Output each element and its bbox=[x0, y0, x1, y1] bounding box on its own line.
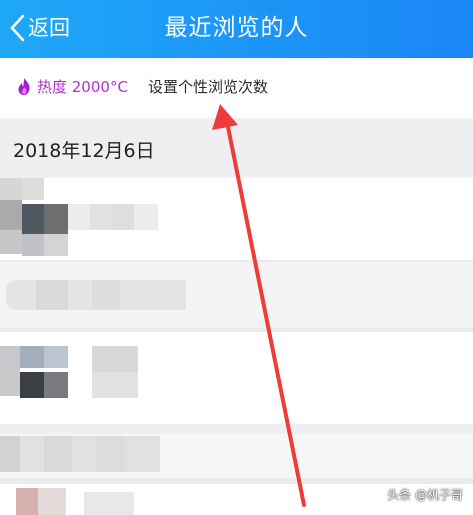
top-nav-bar: 返回 最近浏览的人 bbox=[0, 0, 473, 58]
visitor-toolbar: 热度 2000°C 设置个性浏览次数 bbox=[0, 58, 473, 118]
watermark-text: 头条 @机子哥 bbox=[387, 488, 463, 502]
visitor-list-item[interactable] bbox=[0, 434, 473, 478]
blurred-username bbox=[84, 492, 134, 515]
date-label: 2018年12月6日 bbox=[13, 140, 155, 162]
visitor-list-item[interactable] bbox=[0, 332, 473, 424]
blurred-avatar bbox=[0, 346, 70, 408]
flame-icon bbox=[18, 78, 30, 95]
visitor-list-item[interactable] bbox=[0, 262, 473, 328]
blurred-content bbox=[6, 280, 186, 310]
blurred-username bbox=[68, 204, 158, 230]
list-divider bbox=[0, 424, 473, 434]
set-visit-count-link[interactable]: 设置个性浏览次数 bbox=[148, 76, 268, 97]
heat-label: 热度 2000°C bbox=[37, 78, 128, 96]
blurred-content bbox=[0, 436, 160, 472]
blurred-avatar bbox=[0, 178, 68, 260]
blurred-username bbox=[92, 346, 138, 400]
visitor-list-item[interactable] bbox=[0, 178, 473, 260]
page-title: 最近浏览的人 bbox=[164, 15, 309, 41]
heat-badge[interactable]: 热度 2000°C bbox=[16, 76, 128, 97]
date-section-header: 2018年12月6日 bbox=[0, 118, 473, 178]
blurred-avatar bbox=[16, 488, 66, 515]
